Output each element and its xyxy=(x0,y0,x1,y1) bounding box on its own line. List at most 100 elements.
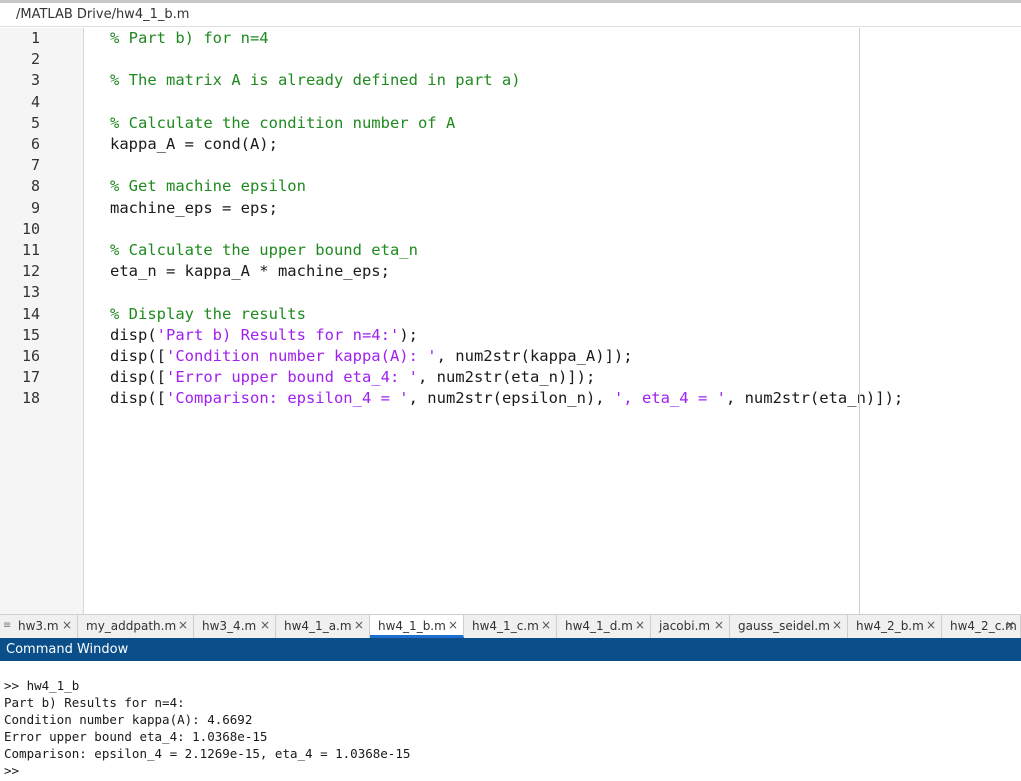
close-icon[interactable]: × xyxy=(354,618,364,632)
tab-hw4-1-d-m[interactable]: hw4_1_d.m × xyxy=(557,615,651,638)
tab-my-addpath-m[interactable]: my_addpath.m × xyxy=(78,615,194,638)
code-editor[interactable]: 1 2 3 4 5 6 7 8 9 10 11 12 13 14 15 16 17 18 % Part b) fo… xyxy=(0,28,1021,614)
line-number: 12 xyxy=(21,262,40,281)
line-number: 10 xyxy=(21,219,40,238)
command-output-line: Condition number kappa(A): 4.6692 xyxy=(4,712,253,727)
editor-tab-bar: ≡ hw3.m × my_addpath.m × hw3_4.m × hw4_1_a.m × h… xyxy=(0,614,1021,638)
code-text: disp( xyxy=(110,325,157,344)
code-line[interactable]: % Calculate the upper bound eta_n xyxy=(110,240,418,261)
code-text: , num2str(eta_n)]); xyxy=(417,368,596,387)
tab-label: hw4_1_b.m xyxy=(378,619,446,633)
close-icon[interactable]: × xyxy=(635,618,645,632)
line-number: 18 xyxy=(21,389,40,408)
line-number: 16 xyxy=(21,347,40,365)
command-window-header: Command Window xyxy=(0,638,1021,661)
tab-label: hw3.m xyxy=(18,619,59,633)
code-string: 'Part b) Results for n=4:' xyxy=(156,325,400,344)
close-icon[interactable]: × xyxy=(1005,618,1015,632)
tab-hw4-2-c-m[interactable]: hw4_2_c.m × xyxy=(942,615,1021,638)
file-path-bar: /MATLAB Drive/hw4_1_b.m xyxy=(0,3,1021,27)
tab-label: hw4_2_b.m xyxy=(856,619,924,633)
line-number: 14 xyxy=(21,304,40,323)
code-string: 'Comparison: epsilon_4 = ' xyxy=(166,389,409,408)
tab-gauss-seidel-m[interactable]: gauss_seidel.m × xyxy=(730,615,848,638)
line-number: 6 xyxy=(30,135,40,153)
tab-hw3-4-m[interactable]: hw3_4.m × xyxy=(194,615,276,638)
code-line[interactable]: % Display the results xyxy=(110,304,306,325)
code-text: ); xyxy=(399,325,418,344)
line-number: 5 xyxy=(30,113,40,132)
code-line[interactable]: disp(['Error upper bound eta_4: ', num2s… xyxy=(110,367,595,388)
tab-label: hw4_1_d.m xyxy=(565,619,633,633)
close-icon[interactable]: × xyxy=(714,618,724,632)
line-number: 11 xyxy=(21,241,40,259)
right-margin-guide xyxy=(859,28,860,614)
code-line[interactable]: % Calculate the condition number of A xyxy=(110,113,455,134)
code-line[interactable]: disp(['Condition number kappa(A): ', num… xyxy=(110,346,633,367)
command-output-line: Comparison: epsilon_4 = 2.1269e-15, eta_… xyxy=(4,746,411,761)
tab-jacobi-m[interactable]: jacobi.m × xyxy=(651,615,730,638)
code-text: disp([ xyxy=(110,389,166,408)
grip-icon[interactable]: ≡ xyxy=(3,619,11,633)
tab-hw4-1-a-m[interactable]: hw4_1_a.m × xyxy=(276,615,370,638)
code-text: eta_n = kappa_A * machine_eps; xyxy=(110,262,390,281)
line-number: 7 xyxy=(30,156,40,175)
code-line[interactable]: % The matrix A is already defined in par… xyxy=(110,70,521,91)
code-comment: % Calculate the upper bound eta_n xyxy=(110,241,418,259)
code-text: machine_eps = eps; xyxy=(110,198,278,217)
command-output-line: >> hw4_1_b xyxy=(4,678,80,693)
command-window-title: Command Window xyxy=(6,642,129,657)
code-line[interactable]: kappa_A = cond(A); xyxy=(110,134,278,155)
code-line[interactable]: machine_eps = eps; xyxy=(110,198,278,219)
code-line[interactable]: % Part b) for n=4 xyxy=(110,28,269,49)
line-number: 17 xyxy=(21,368,40,387)
code-line[interactable]: % Get machine epsilon xyxy=(110,176,306,197)
code-comment: % Get machine epsilon xyxy=(110,177,306,196)
line-number: 4 xyxy=(30,92,40,111)
code-text: , num2str(kappa_A)]); xyxy=(436,347,633,365)
tab-hw4-1-c-m[interactable]: hw4_1_c.m × xyxy=(464,615,557,638)
code-text: disp([ xyxy=(110,347,166,365)
code-comment: % Display the results xyxy=(110,304,306,323)
command-output-line: Part b) Results for n=4: xyxy=(4,695,185,710)
code-string: 'Condition number kappa(A): ' xyxy=(166,347,437,365)
code-comment: % The matrix A is already defined in par… xyxy=(110,71,521,90)
file-path: /MATLAB Drive/hw4_1_b.m xyxy=(16,7,190,22)
code-line[interactable]: disp('Part b) Results for n=4:'); xyxy=(110,325,418,346)
close-icon[interactable]: × xyxy=(926,618,936,632)
code-string: ', eta_4 = ' xyxy=(613,389,726,408)
close-icon[interactable]: × xyxy=(178,618,188,632)
code-line[interactable]: disp(['Comparison: epsilon_4 = ', num2st… xyxy=(110,388,903,409)
tab-label: gauss_seidel.m xyxy=(738,619,830,633)
line-number-gutter: 1 2 3 4 5 6 7 8 9 10 11 12 13 14 15 16 17 18 xyxy=(0,28,84,614)
close-icon[interactable]: × xyxy=(448,618,458,632)
tab-hw4-2-b-m[interactable]: hw4_2_b.m × xyxy=(848,615,942,638)
code-comment: % Part b) for n=4 xyxy=(110,29,269,47)
command-output-line: Error upper bound eta_4: 1.0368e-15 xyxy=(4,729,268,744)
tab-label: hw3_4.m xyxy=(202,619,257,633)
line-number: 8 xyxy=(30,177,40,196)
tab-label: my_addpath.m xyxy=(86,619,177,633)
command-prompt[interactable]: >> xyxy=(4,762,19,779)
tab-label: jacobi.m xyxy=(659,619,711,633)
line-number: 13 xyxy=(21,283,40,302)
code-text: , num2str(eta_n)]); xyxy=(725,389,904,408)
tab-label: hw4_1_c.m xyxy=(472,619,539,633)
tab-hw3-m[interactable]: hw3.m × xyxy=(10,615,78,638)
close-icon[interactable]: × xyxy=(260,618,270,632)
command-window[interactable]: >> hw4_1_b Part b) Results for n=4: Condit… xyxy=(0,661,1021,781)
code-string: 'Error upper bound eta_4: ' xyxy=(166,368,418,387)
tab-label: hw4_1_a.m xyxy=(284,619,352,633)
code-text: kappa_A = cond(A); xyxy=(110,135,278,153)
line-number: 9 xyxy=(30,198,40,217)
line-number: 2 xyxy=(30,50,40,69)
close-icon[interactable]: × xyxy=(62,618,72,632)
line-number: 1 xyxy=(30,29,40,47)
code-comment: % Calculate the condition number of A xyxy=(110,113,456,132)
close-icon[interactable]: × xyxy=(541,618,551,632)
tab-hw4-1-b-m[interactable]: hw4_1_b.m × xyxy=(370,615,464,638)
close-icon[interactable]: × xyxy=(832,618,842,632)
code-line[interactable]: eta_n = kappa_A * machine_eps; xyxy=(110,261,390,282)
line-number: 3 xyxy=(30,71,40,90)
code-text: , num2str(epsilon_n), xyxy=(408,389,614,408)
